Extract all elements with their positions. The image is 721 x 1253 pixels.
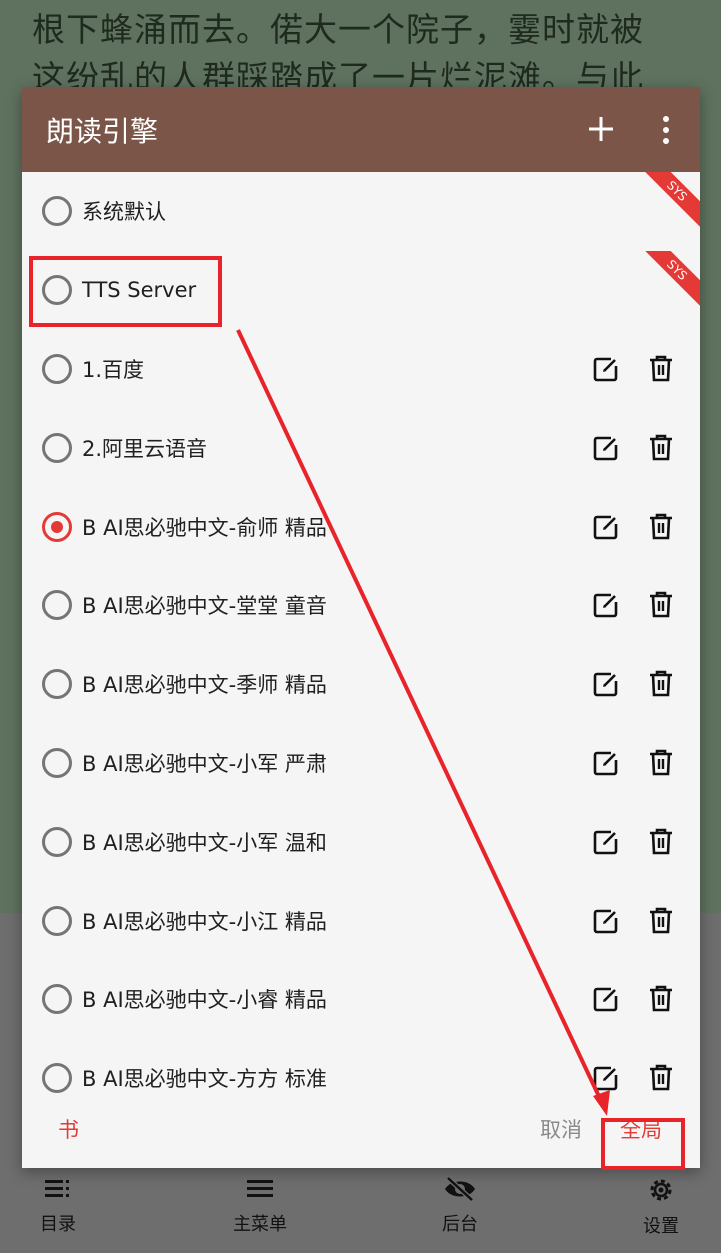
annotation-arrow [236,329,610,1116]
